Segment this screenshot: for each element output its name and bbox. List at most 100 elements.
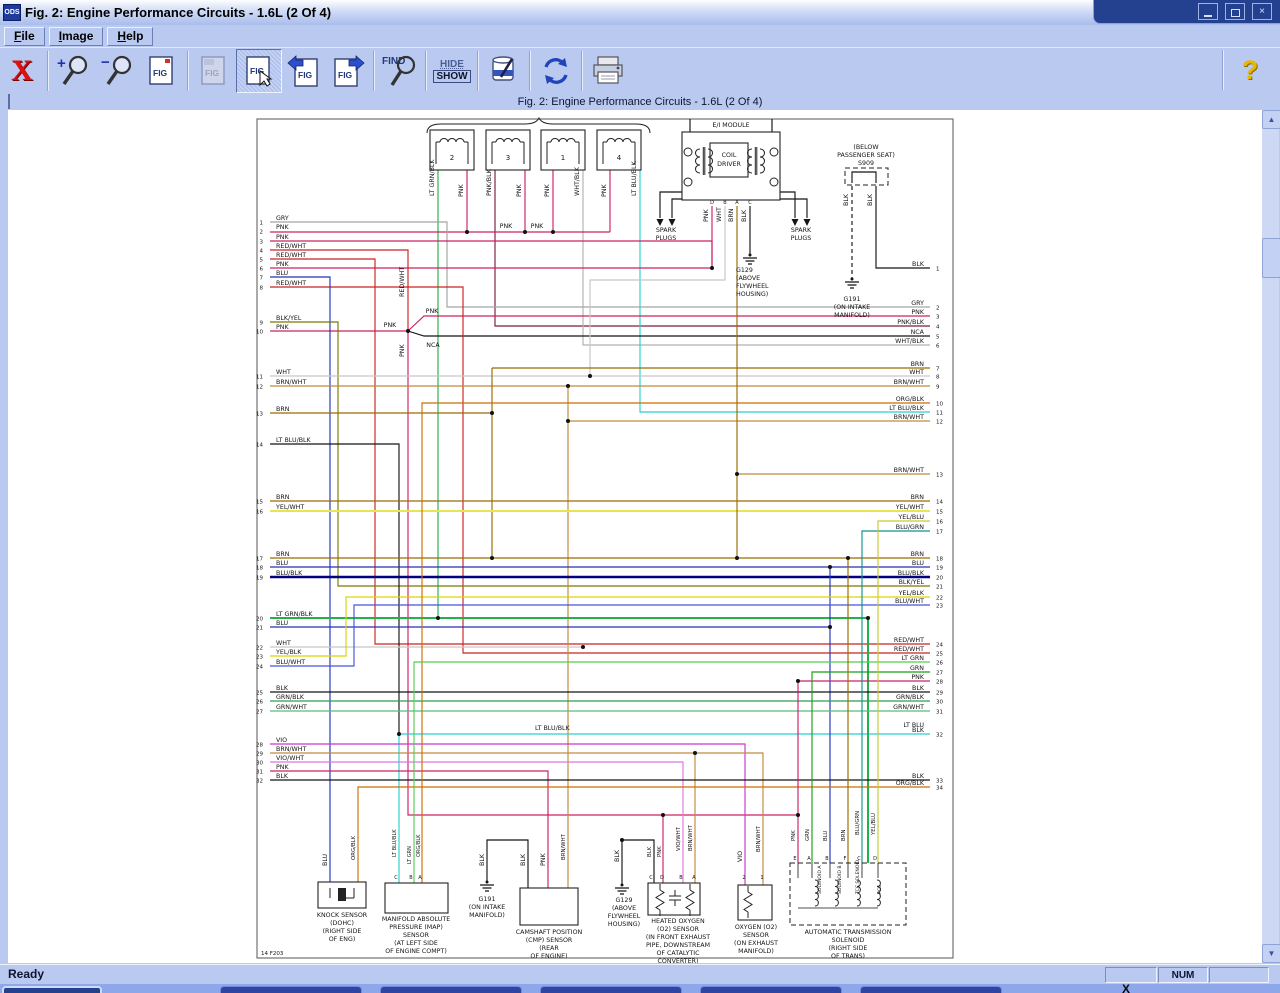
- svg-text:2: 2: [742, 875, 745, 881]
- figure-previous-view-button-disabled[interactable]: FIG: [192, 50, 236, 92]
- svg-text:RED/WHT: RED/WHT: [276, 243, 306, 250]
- svg-text:(ON EXHAUST: (ON EXHAUST: [734, 940, 778, 947]
- svg-text:BLU: BLU: [276, 560, 289, 567]
- svg-text:(BELOW: (BELOW: [853, 144, 879, 151]
- refresh-icon: [539, 54, 573, 88]
- svg-text:8: 8: [936, 375, 940, 381]
- toolbar-separator: [477, 51, 479, 91]
- figure-previous-button[interactable]: FIG: [282, 50, 326, 92]
- find-icon: FIND: [380, 52, 420, 90]
- menu-help[interactable]: Help: [107, 27, 153, 46]
- taskbar-button[interactable]: [860, 986, 1002, 993]
- notes-button[interactable]: [482, 50, 526, 92]
- figure-next-icon: FIG: [330, 53, 366, 89]
- figure-next-button[interactable]: FIG: [326, 50, 370, 92]
- svg-text:WHT: WHT: [276, 640, 291, 647]
- menu-file[interactable]: File: [4, 27, 45, 46]
- svg-text:PNK: PNK: [544, 183, 551, 197]
- svg-text:4: 4: [936, 325, 940, 331]
- diagram-canvas[interactable]: 1GRY2PNK3PNK4RED/WHT5RED/WHT6PNK7BLU8RED…: [8, 110, 1262, 963]
- svg-text:1: 1: [260, 221, 264, 227]
- svg-text:SPARK: SPARK: [791, 227, 812, 234]
- svg-text:PLUGS: PLUGS: [656, 235, 676, 242]
- svg-text:VIO: VIO: [276, 737, 287, 744]
- svg-text:23: 23: [936, 604, 943, 610]
- svg-text:34: 34: [936, 786, 943, 792]
- svg-text:17: 17: [936, 530, 943, 536]
- svg-text:30: 30: [936, 700, 943, 706]
- svg-text:4: 4: [617, 154, 622, 162]
- svg-text:11: 11: [936, 411, 943, 417]
- close-figure-button[interactable]: X: [0, 50, 44, 92]
- svg-text:RED/WHT: RED/WHT: [399, 267, 406, 297]
- scroll-up-button[interactable]: ▲: [1262, 110, 1280, 129]
- svg-text:BLU: BLU: [276, 620, 289, 627]
- svg-text:E: E: [793, 856, 796, 862]
- svg-text:F: F: [844, 856, 847, 862]
- close-button[interactable]: ×: [1252, 3, 1272, 20]
- svg-text:LT BLU/BLK: LT BLU/BLK: [276, 437, 312, 444]
- taskbar-button[interactable]: [220, 986, 362, 993]
- svg-text:C: C: [649, 875, 653, 881]
- svg-text:GRN/WHT: GRN/WHT: [276, 704, 307, 711]
- caption-divider: [8, 94, 10, 109]
- svg-text:13: 13: [936, 473, 943, 479]
- svg-text:7: 7: [936, 367, 940, 373]
- figure-list-button[interactable]: FIG: [140, 50, 184, 92]
- hide-show-button[interactable]: HIDE SHOW: [430, 50, 474, 92]
- zoom-in-button[interactable]: +: [52, 50, 96, 92]
- svg-text:WHT: WHT: [909, 369, 924, 376]
- zoom-out-button[interactable]: −: [96, 50, 140, 92]
- svg-text:LT BLU/BLK: LT BLU/BLK: [631, 160, 638, 196]
- svg-text:LT BLU/BLK: LT BLU/BLK: [392, 829, 398, 857]
- svg-text:15: 15: [936, 510, 943, 516]
- svg-text:RED/WHT: RED/WHT: [276, 280, 306, 287]
- restore-button[interactable]: [1225, 3, 1245, 20]
- svg-text:RED/WHT: RED/WHT: [894, 646, 924, 653]
- svg-text:26: 26: [936, 661, 943, 667]
- svg-text:MANIFOLD): MANIFOLD): [738, 948, 774, 955]
- svg-text:S909: S909: [858, 160, 874, 167]
- svg-text:1: 1: [936, 267, 940, 273]
- svg-text:BRN/WHT: BRN/WHT: [276, 746, 306, 753]
- svg-text:PNK: PNK: [399, 343, 406, 357]
- svg-text:PNK: PNK: [657, 846, 663, 857]
- svg-text:SOLENOID A: SOLENOID A: [817, 865, 823, 894]
- svg-text:BLU: BLU: [912, 560, 925, 567]
- help-button[interactable]: ?: [1228, 49, 1272, 91]
- taskbar-button[interactable]: [700, 986, 842, 993]
- taskbar-button[interactable]: [2, 986, 102, 993]
- svg-text:OXYGEN (O2): OXYGEN (O2): [735, 924, 777, 931]
- minimize-button[interactable]: [1198, 3, 1218, 20]
- svg-text:3: 3: [260, 240, 264, 246]
- svg-text:B: B: [825, 856, 829, 862]
- svg-text:TCC SOLENOID: TCC SOLENOID: [855, 859, 861, 895]
- svg-text:BRN/WHT: BRN/WHT: [894, 379, 924, 386]
- svg-text:29: 29: [256, 752, 263, 758]
- find-button[interactable]: FIND: [378, 50, 422, 92]
- menu-image[interactable]: Image: [49, 27, 104, 46]
- svg-text:BRN/WHT: BRN/WHT: [276, 379, 306, 386]
- svg-text:BRN: BRN: [841, 830, 847, 841]
- svg-text:GRY: GRY: [911, 300, 924, 307]
- svg-text:B: B: [679, 875, 683, 881]
- svg-text:SENSOR: SENSOR: [743, 932, 770, 939]
- figure-select-button-active[interactable]: FIG: [236, 49, 282, 93]
- scroll-down-button[interactable]: ▼: [1262, 944, 1280, 963]
- svg-text:26: 26: [256, 700, 263, 706]
- scroll-thumb[interactable]: [1262, 238, 1280, 278]
- svg-text:PNK: PNK: [703, 208, 710, 222]
- svg-text:9: 9: [260, 321, 264, 327]
- svg-text:A: A: [418, 875, 422, 881]
- vertical-scrollbar[interactable]: ▲ ▼: [1262, 110, 1279, 963]
- hide-show-labels: HIDE SHOW: [433, 59, 470, 83]
- print-button[interactable]: [586, 50, 630, 92]
- refresh-button[interactable]: [534, 50, 578, 92]
- svg-text:BLK: BLK: [647, 846, 653, 857]
- taskbar-button[interactable]: [540, 986, 682, 993]
- svg-text:(ABOVE: (ABOVE: [612, 905, 636, 912]
- svg-text:LT BLU/BLK: LT BLU/BLK: [889, 405, 925, 412]
- svg-text:32: 32: [256, 779, 263, 785]
- taskbar-button[interactable]: [380, 986, 522, 993]
- svg-text:LT GRN: LT GRN: [407, 846, 413, 864]
